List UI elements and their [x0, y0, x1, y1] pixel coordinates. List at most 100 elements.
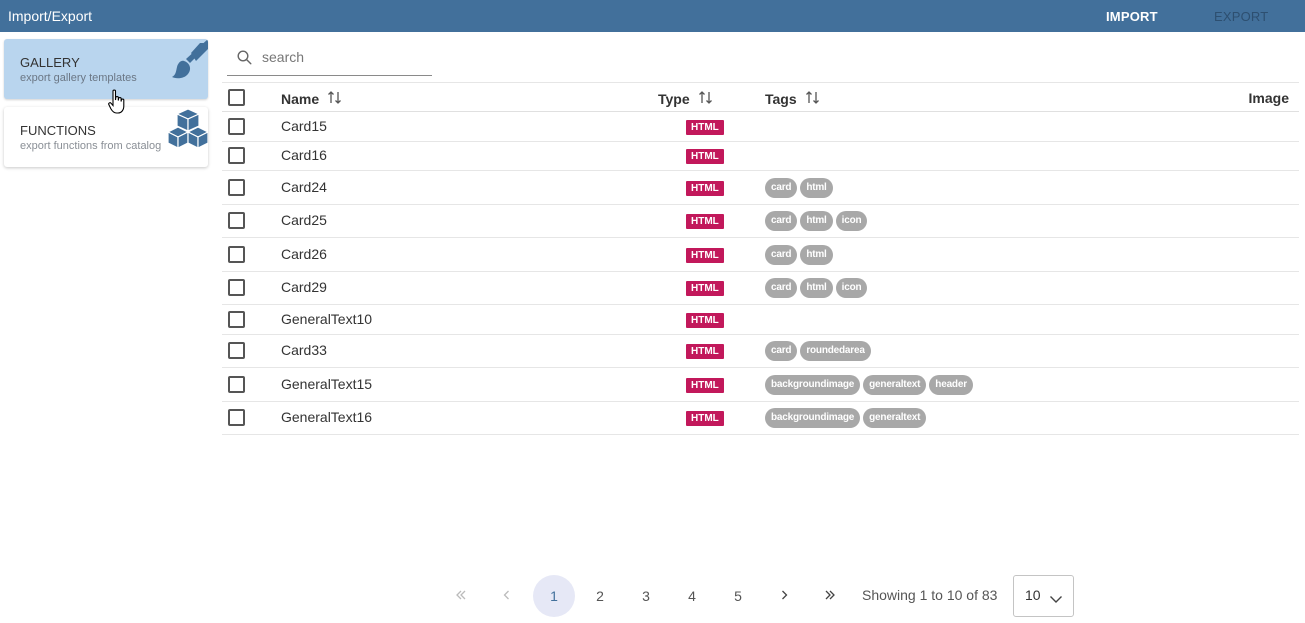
- chevron-down-icon: [1049, 591, 1063, 609]
- first-page-button[interactable]: [440, 575, 482, 617]
- table-row[interactable]: Card29 HTML card html icon: [222, 272, 1299, 305]
- type-badge: HTML: [686, 119, 724, 135]
- row-checkbox[interactable]: [228, 212, 245, 229]
- table-row[interactable]: Card26 HTML card html: [222, 238, 1299, 272]
- showing-count: Showing 1 to 10 of 83: [862, 587, 998, 603]
- paintbrush-icon: [168, 39, 208, 88]
- rows-per-page-select[interactable]: 10: [1013, 575, 1074, 617]
- type-badge: HTML: [686, 180, 724, 196]
- hand-cursor-icon: [108, 89, 128, 120]
- card-subtitle: export gallery templates: [20, 72, 137, 84]
- tag-list: card html: [765, 244, 833, 265]
- tag-chip: card: [765, 177, 798, 198]
- cubes-icon: [167, 107, 208, 156]
- page-button-4[interactable]: 4: [671, 575, 713, 617]
- table-row[interactable]: Card25 HTML card html icon: [222, 205, 1299, 238]
- sidebar-card-gallery[interactable]: GALLERY export gallery templates: [4, 39, 208, 99]
- pagination: 1 2 3 4 5 Showing 1 to 10 of 83 10: [0, 575, 1305, 617]
- row-checkbox[interactable]: [228, 409, 245, 426]
- app-header: Import/Export IMPORT EXPORT: [0, 0, 1305, 32]
- tag-chip: generaltext: [863, 374, 927, 395]
- tag-chip: card: [765, 211, 798, 231]
- row-checkbox[interactable]: [228, 310, 245, 328]
- column-label: Tags: [765, 91, 797, 107]
- row-checkbox[interactable]: [228, 375, 245, 393]
- tag-list: card html icon: [765, 278, 868, 298]
- tag-chip: backgroundimage: [765, 408, 861, 428]
- tag-chip: html: [800, 211, 833, 231]
- column-label: Type: [658, 91, 690, 107]
- page-button-2[interactable]: 2: [579, 575, 621, 617]
- search-icon: [237, 50, 252, 70]
- column-header-image: Image: [1249, 90, 1289, 106]
- column-label: Image: [1248, 90, 1289, 106]
- column-label: Name: [281, 91, 320, 107]
- tag-chip: generaltext: [863, 408, 927, 428]
- select-all-checkbox[interactable]: [228, 89, 245, 106]
- tag-chip: card: [765, 278, 798, 298]
- tag-chip: html: [800, 177, 833, 198]
- card-title: FUNCTIONS: [20, 123, 96, 138]
- type-badge: HTML: [686, 344, 724, 359]
- type-badge: HTML: [686, 312, 724, 328]
- tag-chip: icon: [835, 211, 868, 231]
- tag-list: backgroundimage generaltext header: [765, 374, 973, 395]
- type-badge: HTML: [686, 411, 724, 426]
- sort-icon[interactable]: [327, 90, 342, 108]
- row-name: Card29: [281, 279, 327, 295]
- app-title: Import/Export: [8, 8, 93, 24]
- previous-page-button[interactable]: [486, 575, 528, 617]
- rows-per-page-value: 10: [1025, 587, 1041, 603]
- search-input[interactable]: [262, 46, 427, 68]
- page-button-3[interactable]: 3: [625, 575, 667, 617]
- table-row[interactable]: GeneralText15 HTML backgroundimage generalt…: [222, 368, 1299, 402]
- row-name: GeneralText10: [281, 310, 373, 327]
- tag-chip: html: [800, 244, 833, 265]
- tag-list: card html icon: [765, 211, 868, 231]
- row-name: GeneralText15: [281, 375, 373, 392]
- row-checkbox[interactable]: [228, 245, 245, 263]
- row-checkbox[interactable]: [228, 117, 245, 135]
- row-name: Card16: [281, 147, 327, 163]
- table-row[interactable]: GeneralText10 HTML: [222, 305, 1299, 335]
- sort-icon[interactable]: [805, 90, 820, 108]
- table-body: Card15 HTML Card16 HTML Card24 HTML card html Ca…: [222, 112, 1299, 435]
- type-badge: HTML: [686, 214, 724, 229]
- row-checkbox[interactable]: [228, 178, 245, 196]
- row-name: Card26: [281, 245, 327, 262]
- row-checkbox[interactable]: [228, 342, 245, 359]
- row-name: Card15: [281, 117, 327, 134]
- column-header-name[interactable]: Name: [281, 90, 342, 108]
- sidebar-card-functions[interactable]: FUNCTIONS export functions from catalog: [4, 107, 208, 167]
- tag-chip: card: [765, 341, 798, 361]
- last-page-button[interactable]: [809, 575, 851, 617]
- search-box: [227, 40, 432, 76]
- column-header-tags[interactable]: Tags: [765, 90, 820, 108]
- tab-export[interactable]: EXPORT: [1214, 9, 1268, 24]
- table-row[interactable]: Card16 HTML: [222, 142, 1299, 171]
- table-row[interactable]: Card15 HTML: [222, 112, 1299, 142]
- row-checkbox[interactable]: [228, 147, 245, 164]
- sort-icon[interactable]: [698, 90, 713, 108]
- row-name: GeneralText16: [281, 409, 373, 425]
- table-row[interactable]: Card24 HTML card html: [222, 171, 1299, 205]
- page-button-5[interactable]: 5: [717, 575, 759, 617]
- row-name: Card33: [281, 342, 327, 358]
- card-title: GALLERY: [20, 55, 80, 70]
- table-header: Name Type Tags Image: [222, 82, 1299, 112]
- tab-import[interactable]: IMPORT: [1106, 9, 1158, 24]
- table-row[interactable]: GeneralText16 HTML backgroundimage generalt…: [222, 402, 1299, 435]
- row-name: Card25: [281, 212, 327, 228]
- next-page-button[interactable]: [763, 575, 805, 617]
- row-name: Card24: [281, 178, 327, 195]
- column-header-type[interactable]: Type: [658, 90, 713, 108]
- tag-chip: backgroundimage: [765, 374, 861, 395]
- page-button-1[interactable]: 1: [533, 575, 575, 617]
- gallery-table: Name Type Tags Image Card15 HTML Card16 HTM…: [222, 82, 1299, 435]
- table-row[interactable]: Card33 HTML card roundedarea: [222, 335, 1299, 368]
- tag-chip: card: [765, 244, 798, 265]
- row-checkbox[interactable]: [228, 279, 245, 296]
- type-badge: HTML: [686, 149, 724, 164]
- type-badge: HTML: [686, 281, 724, 296]
- tag-list: backgroundimage generaltext: [765, 408, 927, 428]
